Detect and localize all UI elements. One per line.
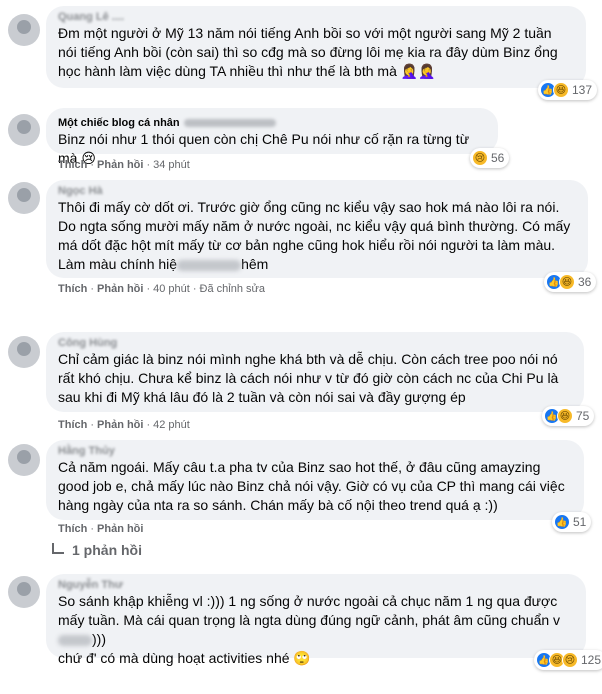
comment-text: So sánh khập khiễng vl :))) 1 ng sống ở … bbox=[58, 593, 561, 666]
comment-actions: Thích · Phản hồi · 34 phút bbox=[58, 159, 190, 171]
view-replies-link[interactable]: 1 phản hồi bbox=[52, 542, 142, 558]
avatar[interactable] bbox=[8, 114, 40, 146]
comment-author[interactable]: Công Hùng bbox=[58, 336, 572, 350]
replies-count[interactable]: 1 phản hồi bbox=[72, 542, 142, 558]
comment-bubble: Công Hùng Chỉ cảm giác là binz nói mình … bbox=[46, 332, 584, 412]
reaction-summary[interactable]: 👍 😆 75 bbox=[542, 406, 595, 426]
like-link[interactable]: Thích bbox=[58, 283, 87, 295]
reaction-count: 36 bbox=[578, 275, 592, 289]
comment-bubble: Hằng Thủy Cả năm ngoái. Mấy câu t.a pha … bbox=[46, 440, 584, 520]
reaction-count: 137 bbox=[572, 83, 593, 97]
reaction-summary[interactable]: 👍 😆 36 bbox=[544, 272, 597, 292]
comment-time[interactable]: 42 phút bbox=[153, 419, 190, 431]
edited-label[interactable]: Đã chỉnh sửa bbox=[200, 283, 265, 295]
haha-reaction-icon: 😆 bbox=[557, 408, 573, 424]
comment-text: Cả năm ngoái. Mấy câu t.a pha tv của Bin… bbox=[58, 459, 565, 513]
like-link[interactable]: Thích bbox=[58, 419, 87, 431]
like-reaction-icon: 👍 bbox=[554, 514, 570, 530]
avatar[interactable] bbox=[8, 14, 40, 46]
comment-time[interactable]: 34 phút bbox=[153, 159, 190, 171]
reaction-count: 125 bbox=[581, 653, 602, 667]
blurred-text bbox=[58, 634, 92, 646]
comment-text: Chỉ cảm giác là binz nói mình nghe khá b… bbox=[58, 351, 559, 405]
like-link[interactable]: Thích bbox=[58, 159, 87, 171]
reaction-summary[interactable]: 👍 😆 😢 125 bbox=[534, 650, 602, 670]
comment-actions: Thích · Phản hồi · 40 phút · Đã chỉnh sửa bbox=[58, 283, 265, 295]
comment-author[interactable]: Ngọc Hà bbox=[58, 184, 576, 198]
comment-bubble: Nguyễn Thư So sánh khập khiễng vl :))) 1… bbox=[46, 574, 586, 666]
comment-text: Thôi đi mấy cờ dốt ơi. Trước giờ ổng cũn… bbox=[58, 199, 571, 272]
reaction-summary[interactable]: 👍 51 bbox=[552, 512, 592, 532]
comment-author[interactable]: Hằng Thủy bbox=[58, 444, 572, 458]
comment-bubble: Quang Lê .... Đm một người ở Mỹ 13 năm n… bbox=[46, 6, 586, 88]
blurred-timestamp bbox=[183, 119, 276, 128]
haha-reaction-icon: 😆 bbox=[559, 274, 575, 290]
reaction-summary[interactable]: 👍 😆 137 bbox=[538, 80, 598, 100]
sad-reaction-icon: 😢 bbox=[472, 150, 488, 166]
reply-link[interactable]: Phản hồi bbox=[97, 419, 143, 431]
sad-reaction-icon: 😢 bbox=[562, 652, 578, 668]
reply-link[interactable]: Phản hồi bbox=[97, 159, 143, 171]
comment-actions: Thích · Phản hồi bbox=[58, 523, 144, 535]
comment-author[interactable]: Quang Lê .... bbox=[58, 10, 574, 24]
blurred-text bbox=[177, 259, 242, 271]
comment-author[interactable]: Nguyễn Thư bbox=[58, 578, 574, 592]
avatar[interactable] bbox=[8, 336, 40, 368]
comment-author[interactable]: Một chiếc blog cá nhân bbox=[58, 116, 486, 130]
reaction-count: 51 bbox=[573, 515, 587, 529]
reaction-count: 75 bbox=[576, 409, 590, 423]
reply-link[interactable]: Phản hồi bbox=[97, 283, 143, 295]
comment-bubble: Ngọc Hà Thôi đi mấy cờ dốt ơi. Trước giờ… bbox=[46, 180, 588, 278]
comment-bubble: Một chiếc blog cá nhân Binz nói như 1 th… bbox=[46, 108, 498, 166]
avatar[interactable] bbox=[8, 182, 40, 214]
reply-arrow-icon bbox=[52, 542, 64, 554]
comment-actions: Thích · Phản hồi · 42 phút bbox=[58, 419, 190, 431]
reaction-summary[interactable]: 😢 56 bbox=[470, 148, 510, 168]
avatar[interactable] bbox=[8, 444, 40, 476]
like-link[interactable]: Thích bbox=[58, 523, 87, 535]
reply-link[interactable]: Phản hồi bbox=[97, 523, 143, 535]
haha-reaction-icon: 😆 bbox=[553, 82, 569, 98]
comment-time[interactable]: 40 phút bbox=[153, 283, 190, 295]
avatar[interactable] bbox=[8, 576, 40, 608]
comment-text: Đm một người ở Mỹ 13 năm nói tiếng Anh b… bbox=[58, 25, 558, 79]
reaction-count: 56 bbox=[491, 151, 505, 165]
